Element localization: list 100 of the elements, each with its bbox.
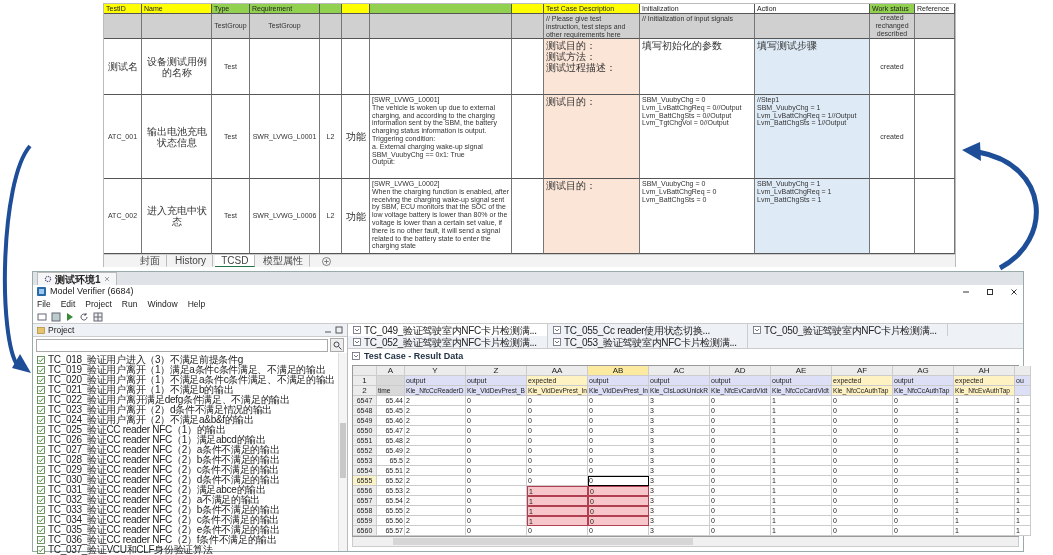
- tree-item[interactable]: TC_031_验证CC reader NFC（2）满足abce的输出: [37, 485, 338, 495]
- editor-tab[interactable]: TC_049_验证驾驶室内NFC卡片检测满...: [348, 324, 548, 336]
- document-icon: [553, 338, 561, 346]
- test-case-icon: [37, 466, 45, 474]
- add-sheet-icon[interactable]: [322, 256, 332, 266]
- tree-item[interactable]: TC_019_验证用户离开（1）满足a条件c条件满足、不满足的输出: [37, 365, 338, 375]
- tree-item[interactable]: TC_023_验证用户离开（2）d条件不满足情况的输出: [37, 405, 338, 415]
- column-header[interactable]: AB: [588, 366, 649, 376]
- run-icon[interactable]: [65, 311, 75, 322]
- sheet-tab[interactable]: TCSD: [215, 255, 256, 267]
- test-case-icon: [37, 376, 45, 384]
- editor-tab[interactable]: TC_053_验证驾驶室内NFC卡片检测满...: [548, 336, 748, 348]
- test-case-icon: [37, 526, 45, 534]
- tree-item[interactable]: TC_018_验证用户进入（3）不满足前提条件g: [37, 355, 338, 365]
- refresh-icon[interactable]: [79, 311, 89, 322]
- column-header[interactable]: AG: [893, 366, 954, 376]
- folder-icon: [37, 326, 45, 334]
- search-icon: [332, 340, 342, 350]
- cell-text: 测试目的：: [546, 96, 596, 107]
- gear-icon: [44, 275, 52, 283]
- tree-item[interactable]: TC_022_验证用户离开满足defg条件满足、不满足的输出: [37, 395, 338, 405]
- tree-item[interactable]: TC_029_验证CC reader NFC（2）c条件不满足的输出: [37, 465, 338, 475]
- corner-cell: [353, 366, 377, 376]
- search-field[interactable]: [36, 338, 328, 352]
- test-case-icon: [37, 536, 45, 544]
- test-case-icon: [37, 436, 45, 444]
- scrollbar[interactable]: [338, 353, 347, 551]
- tree-item[interactable]: TC_027_验证CC reader NFC（2）a条件不满足的输出: [37, 445, 338, 455]
- test-case-icon: [37, 476, 45, 484]
- tree-item[interactable]: TC_032_验证CC reader NFC（2）a不满足的输出: [37, 495, 338, 505]
- save-icon[interactable]: [51, 311, 61, 322]
- editor-tab[interactable]: TC_052_验证驾驶室内NFC卡片检测满...: [348, 336, 548, 348]
- panel-title[interactable]: Project: [48, 324, 321, 336]
- column-header[interactable]: A: [377, 366, 405, 376]
- tree-item[interactable]: TC_036_验证CC reader NFC（2）f条件不满足的输出: [37, 535, 338, 545]
- table-cell: [1015, 386, 1031, 396]
- cell-text: 测试名: [107, 61, 138, 72]
- window-tab[interactable]: 测试环境1: [37, 272, 117, 285]
- editor-tab[interactable]: TC_050_验证驾驶室内NFC卡片检测满...: [748, 324, 948, 336]
- window-title: Model Verifier (6684): [50, 286, 135, 297]
- tree-item[interactable]: TC_034_验证CC reader NFC（2）c条件不满足的输出: [37, 515, 338, 525]
- editor-tab[interactable]: TC_055_Cc reader使用状态切换...: [548, 324, 748, 336]
- menu-item[interactable]: File: [37, 298, 51, 310]
- cell-text: 测试过程描述：: [546, 62, 616, 73]
- menu-item[interactable]: Window: [147, 298, 178, 310]
- section-title: Test Case - Result Data: [364, 350, 464, 362]
- row-header: 1: [353, 376, 377, 386]
- tree-item[interactable]: TC_025_验证CC reader NFC（1）的输出: [37, 425, 338, 435]
- tree-item[interactable]: TC_030_验证CC reader NFC（2）d条件不满足的输出: [37, 475, 338, 485]
- cell-text: 填写初始化的参数: [642, 40, 722, 51]
- close-icon[interactable]: [1009, 286, 1019, 297]
- column-header[interactable]: AH: [954, 366, 1015, 376]
- row-header: 2: [353, 386, 377, 396]
- document-icon: [353, 326, 361, 334]
- test-case-icon: [37, 506, 45, 514]
- table-cell: [342, 14, 370, 39]
- cell-text: 测试目的：: [546, 180, 596, 191]
- document-icon: [353, 338, 361, 346]
- tree-item[interactable]: TC_020_验证用户离开（1）不满足a条件c条件满足、不满足的输出: [37, 375, 338, 385]
- test-case-icon: [37, 496, 45, 504]
- test-case-icon: [37, 406, 45, 414]
- test-case-icon: [37, 456, 45, 464]
- restore-icon[interactable]: [985, 286, 995, 297]
- menu-item[interactable]: Run: [121, 298, 138, 310]
- tree-item[interactable]: TC_033_验证CC reader NFC（2）b条件不满足的输出: [37, 505, 338, 515]
- column-header[interactable]: AE: [771, 366, 832, 376]
- search-button[interactable]: [330, 338, 344, 352]
- cell-text: 测试方法：: [546, 51, 596, 62]
- column-header[interactable]: Z: [466, 366, 527, 376]
- app-icon: [37, 287, 46, 296]
- cell-text: 功能: [345, 131, 366, 142]
- cell-text: 设备测试用例的名称: [145, 55, 208, 78]
- column-header[interactable]: Y: [405, 366, 466, 376]
- menu-item[interactable]: Edit: [60, 298, 76, 310]
- column-header[interactable]: AA: [527, 366, 588, 376]
- scrollbar[interactable]: [352, 537, 1019, 547]
- test-case-icon: [37, 356, 45, 364]
- tree-item[interactable]: TC_021_验证用户离开（1）不满足b的输出: [37, 385, 338, 395]
- menu-item[interactable]: Project: [85, 298, 112, 310]
- tree-item[interactable]: TC_035_验证CC reader NFC（2）e条件不满足的输出: [37, 525, 338, 535]
- column-header[interactable]: AD: [710, 366, 771, 376]
- cell-text: 输出电池充电状态信息: [145, 125, 208, 148]
- test-case-icon: [37, 426, 45, 434]
- tree-item[interactable]: TC_037_验证VCU和CLF身份验证算法: [37, 545, 338, 555]
- column-header[interactable]: AF: [832, 366, 893, 376]
- cell-text: 进入充电中状态: [145, 205, 208, 227]
- sheet-tab[interactable]: 模型属性: [257, 255, 311, 267]
- cell-text: 填写测试步骤: [757, 40, 817, 51]
- tree-item[interactable]: TC_026_验证CC reader NFC（1）满足abcd的输出: [37, 435, 338, 445]
- sheet-tab[interactable]: History: [169, 255, 214, 267]
- test-case-icon: [37, 486, 45, 494]
- maximize-icon[interactable]: [335, 326, 343, 334]
- tree-item[interactable]: TC_028_验证CC reader NFC（2）b条件不满足的输出: [37, 455, 338, 465]
- test-case-icon: [37, 366, 45, 374]
- column-header[interactable]: AC: [649, 366, 710, 376]
- new-icon[interactable]: [37, 311, 47, 322]
- sheet-tab[interactable]: 封面: [134, 255, 167, 267]
- menu-item[interactable]: Help: [187, 298, 206, 310]
- grid-icon[interactable]: [93, 311, 103, 322]
- tree-item[interactable]: TC_024_验证用户离开（2）不满足a&b&f的输出: [37, 415, 338, 425]
